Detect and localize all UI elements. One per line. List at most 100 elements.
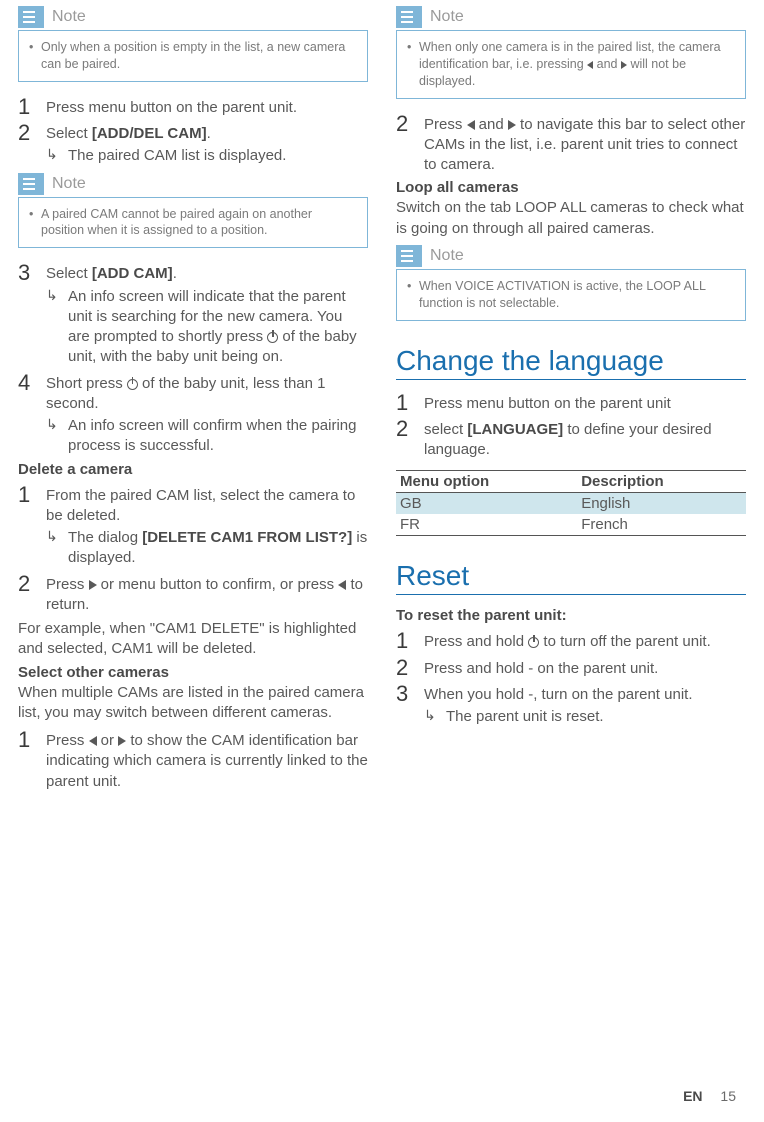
step-text: Select [ADD CAM]. (46, 262, 368, 284)
step-number: 1 (396, 630, 414, 652)
step-text: From the paired CAM list, select the cam… (46, 484, 368, 527)
step-number: 4 (18, 372, 36, 457)
step-number: 2 (18, 122, 36, 167)
step-text: select [LANGUAGE] to define your desired… (424, 418, 746, 461)
step-number: 2 (18, 573, 36, 616)
step-number: 1 (18, 96, 36, 118)
step-number: 1 (18, 729, 36, 792)
table-row: FRFrench (396, 514, 746, 536)
step-number: 2 (396, 113, 414, 176)
delete-camera-heading: Delete a camera (18, 461, 368, 478)
note-icon (18, 173, 44, 195)
left-arrow-icon (89, 736, 97, 746)
step-result: ↳The paired CAM list is displayed. (46, 146, 368, 166)
step-number: 3 (18, 262, 36, 367)
step: 3 Select [ADD CAM]. ↳An info screen will i… (18, 262, 368, 367)
table-row: GBEnglish (396, 493, 746, 515)
change-language-heading: Change the language (396, 345, 746, 380)
step-result: ↳An info screen will confirm when the pa… (46, 416, 368, 457)
result-arrow-icon: ↳ (46, 528, 60, 569)
step-result-text: The paired CAM list is displayed. (68, 146, 286, 166)
note-item: When VOICE ACTIVATION is active, the LOO… (407, 278, 735, 312)
steps-d: 1Press or to show the CAM identification… (18, 729, 368, 792)
step-result: ↳The dialog [DELETE CAM1 FROM LIST?] is … (46, 528, 368, 569)
steps-f: 1 Press menu button on the parent unit 2se… (396, 392, 746, 461)
left-arrow-icon (587, 61, 593, 69)
note-label: Note (430, 247, 464, 265)
step: 1From the paired CAM list, select the ca… (18, 484, 368, 569)
step-text: Press menu button on the parent unit. (46, 96, 368, 118)
left-arrow-icon (338, 580, 346, 590)
note-item: When only one camera is in the paired li… (407, 39, 735, 90)
note-label: Note (52, 8, 86, 26)
language-table: Menu option Description GBEnglishFRFrenc… (396, 470, 746, 536)
note-icon (18, 6, 44, 28)
note-item: Only when a position is empty in the lis… (29, 39, 357, 73)
note-item: A paired CAM cannot be paired again on a… (29, 206, 357, 240)
table-cell: French (577, 514, 746, 536)
step: 2Press and hold - on the parent unit. (396, 657, 746, 679)
note-label: Note (430, 8, 464, 26)
power-icon (267, 332, 278, 343)
step: 2 Select [ADD/DEL CAM].↳The paired CAM li… (18, 122, 368, 167)
table-cell: FR (396, 514, 577, 536)
step: 4Short press of the baby unit, less than… (18, 372, 368, 457)
select-other-paragraph: When multiple CAMs are listed in the pai… (18, 683, 368, 724)
step-text: Press or to show the CAM identification … (46, 729, 368, 792)
note-box-3: Note When only one camera is in the pair… (396, 6, 746, 99)
note-body: A paired CAM cannot be paired again on a… (18, 197, 368, 249)
steps-g: 1 Press and hold to turn off the parent u… (396, 630, 746, 727)
loop-all-heading: Loop all cameras (396, 179, 746, 196)
note-box-4: Note When VOICE ACTIVATION is active, th… (396, 245, 746, 321)
step-text: Select [ADD/DEL CAM]. (46, 122, 368, 144)
step-number: 1 (18, 484, 36, 569)
step: 2select [LANGUAGE] to define your desire… (396, 418, 746, 461)
page-footer: EN 15 (683, 1088, 736, 1104)
step-number: 2 (396, 657, 414, 679)
note-body: When VOICE ACTIVATION is active, the LOO… (396, 269, 746, 321)
step-text: Press or menu button to confirm, or pres… (46, 573, 368, 616)
step-number: 3 (396, 683, 414, 728)
result-arrow-icon: ↳ (424, 707, 438, 727)
step: 1 Press and hold to turn off the parent u… (396, 630, 746, 652)
step: 1 Press menu button on the parent unit (396, 392, 746, 414)
right-arrow-icon (508, 120, 516, 130)
step-text: When you hold -, turn on the parent unit… (424, 683, 746, 705)
right-arrow-icon (621, 61, 627, 69)
right-column: Note When only one camera is in the pair… (396, 0, 746, 796)
delete-paragraph: For example, when "CAM1 DELETE" is highl… (18, 619, 368, 660)
step-text: Press and to navigate this bar to select… (424, 113, 746, 176)
right-arrow-icon (89, 580, 97, 590)
result-arrow-icon: ↳ (46, 416, 60, 457)
step-result: ↳An info screen will indicate that the p… (46, 287, 368, 368)
note-box-1: Note Only when a position is empty in th… (18, 6, 368, 82)
step-text: Press menu button on the parent unit (424, 392, 746, 414)
step: 3 When you hold -, turn on the parent uni… (396, 683, 746, 728)
footer-language: EN (683, 1088, 702, 1104)
note-label: Note (52, 175, 86, 193)
step: 2Press or menu button to confirm, or pre… (18, 573, 368, 616)
step-result-text: The dialog [DELETE CAM1 FROM LIST?] is d… (68, 528, 368, 569)
table-cell: English (577, 493, 746, 515)
power-icon (127, 379, 138, 390)
step-number: 1 (396, 392, 414, 414)
left-arrow-icon (467, 120, 475, 130)
table-cell: GB (396, 493, 577, 515)
step: 1Press or to show the CAM identification… (18, 729, 368, 792)
step-result-text: An info screen will confirm when the pai… (68, 416, 368, 457)
step-text: Press and hold to turn off the parent un… (424, 630, 746, 652)
note-icon (396, 245, 422, 267)
note-body: Only when a position is empty in the lis… (18, 30, 368, 82)
table-header: Description (577, 471, 746, 493)
footer-page-number: 15 (720, 1088, 736, 1104)
steps-a: 1 Press menu button on the parent unit. 2S… (18, 96, 368, 167)
result-arrow-icon: ↳ (46, 287, 60, 368)
table-body: GBEnglishFRFrench (396, 493, 746, 536)
step-result-text: The parent unit is reset. (446, 707, 604, 727)
step-number: 2 (396, 418, 414, 461)
table-header: Menu option (396, 471, 577, 493)
reset-subheading: To reset the parent unit: (396, 607, 746, 624)
loop-all-paragraph: Switch on the tab LOOP ALL cameras to ch… (396, 198, 746, 239)
right-arrow-icon (118, 736, 126, 746)
select-other-heading: Select other cameras (18, 664, 368, 681)
